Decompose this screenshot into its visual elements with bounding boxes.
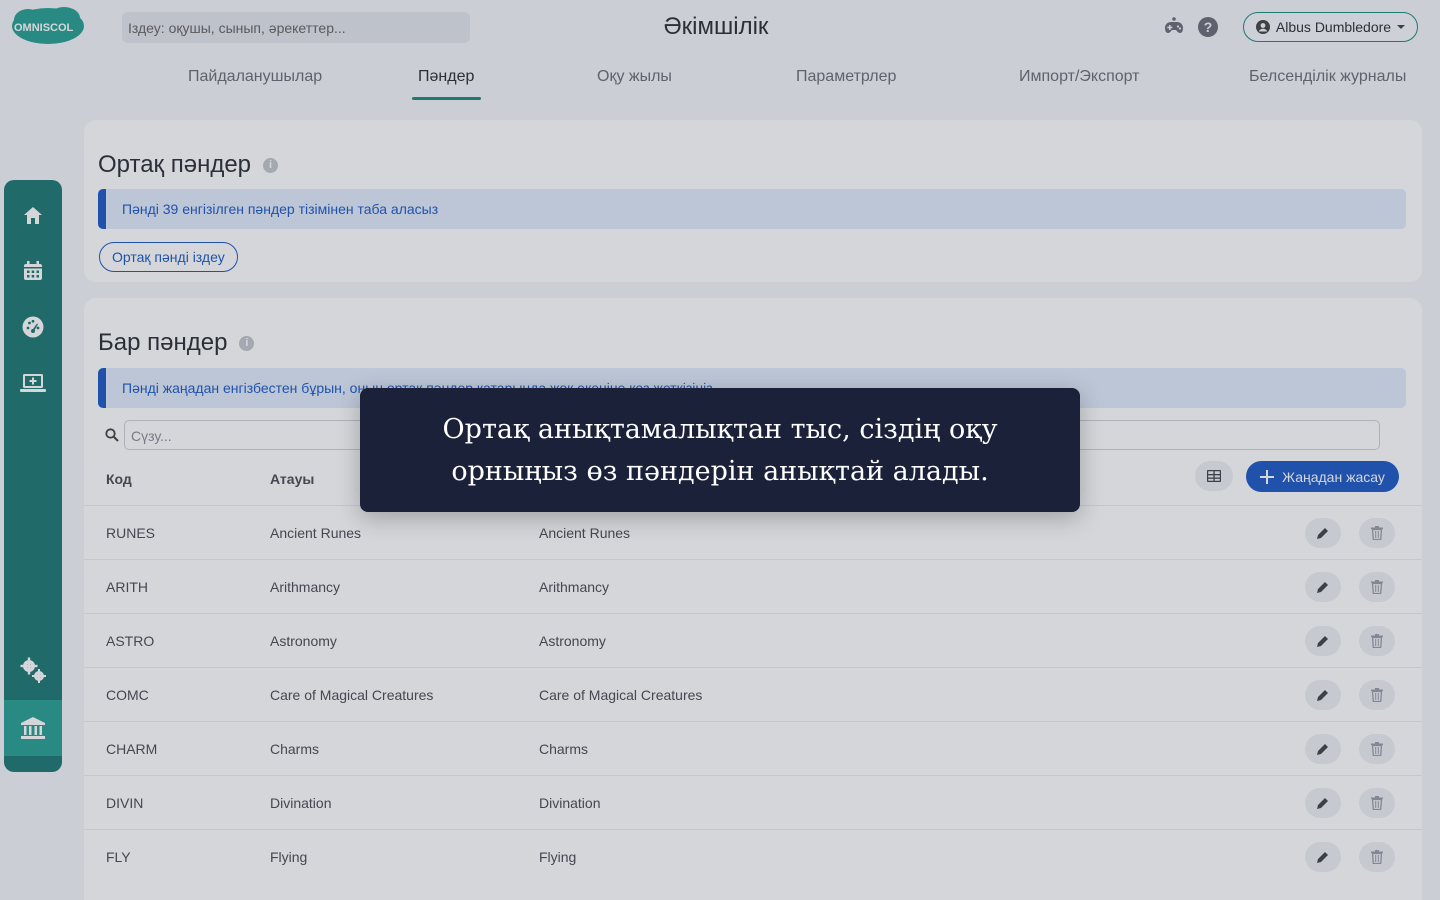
tour-tooltip: Ортақ анықтамалықтан тыс, сіздің оқу орн… [360, 388, 1080, 512]
